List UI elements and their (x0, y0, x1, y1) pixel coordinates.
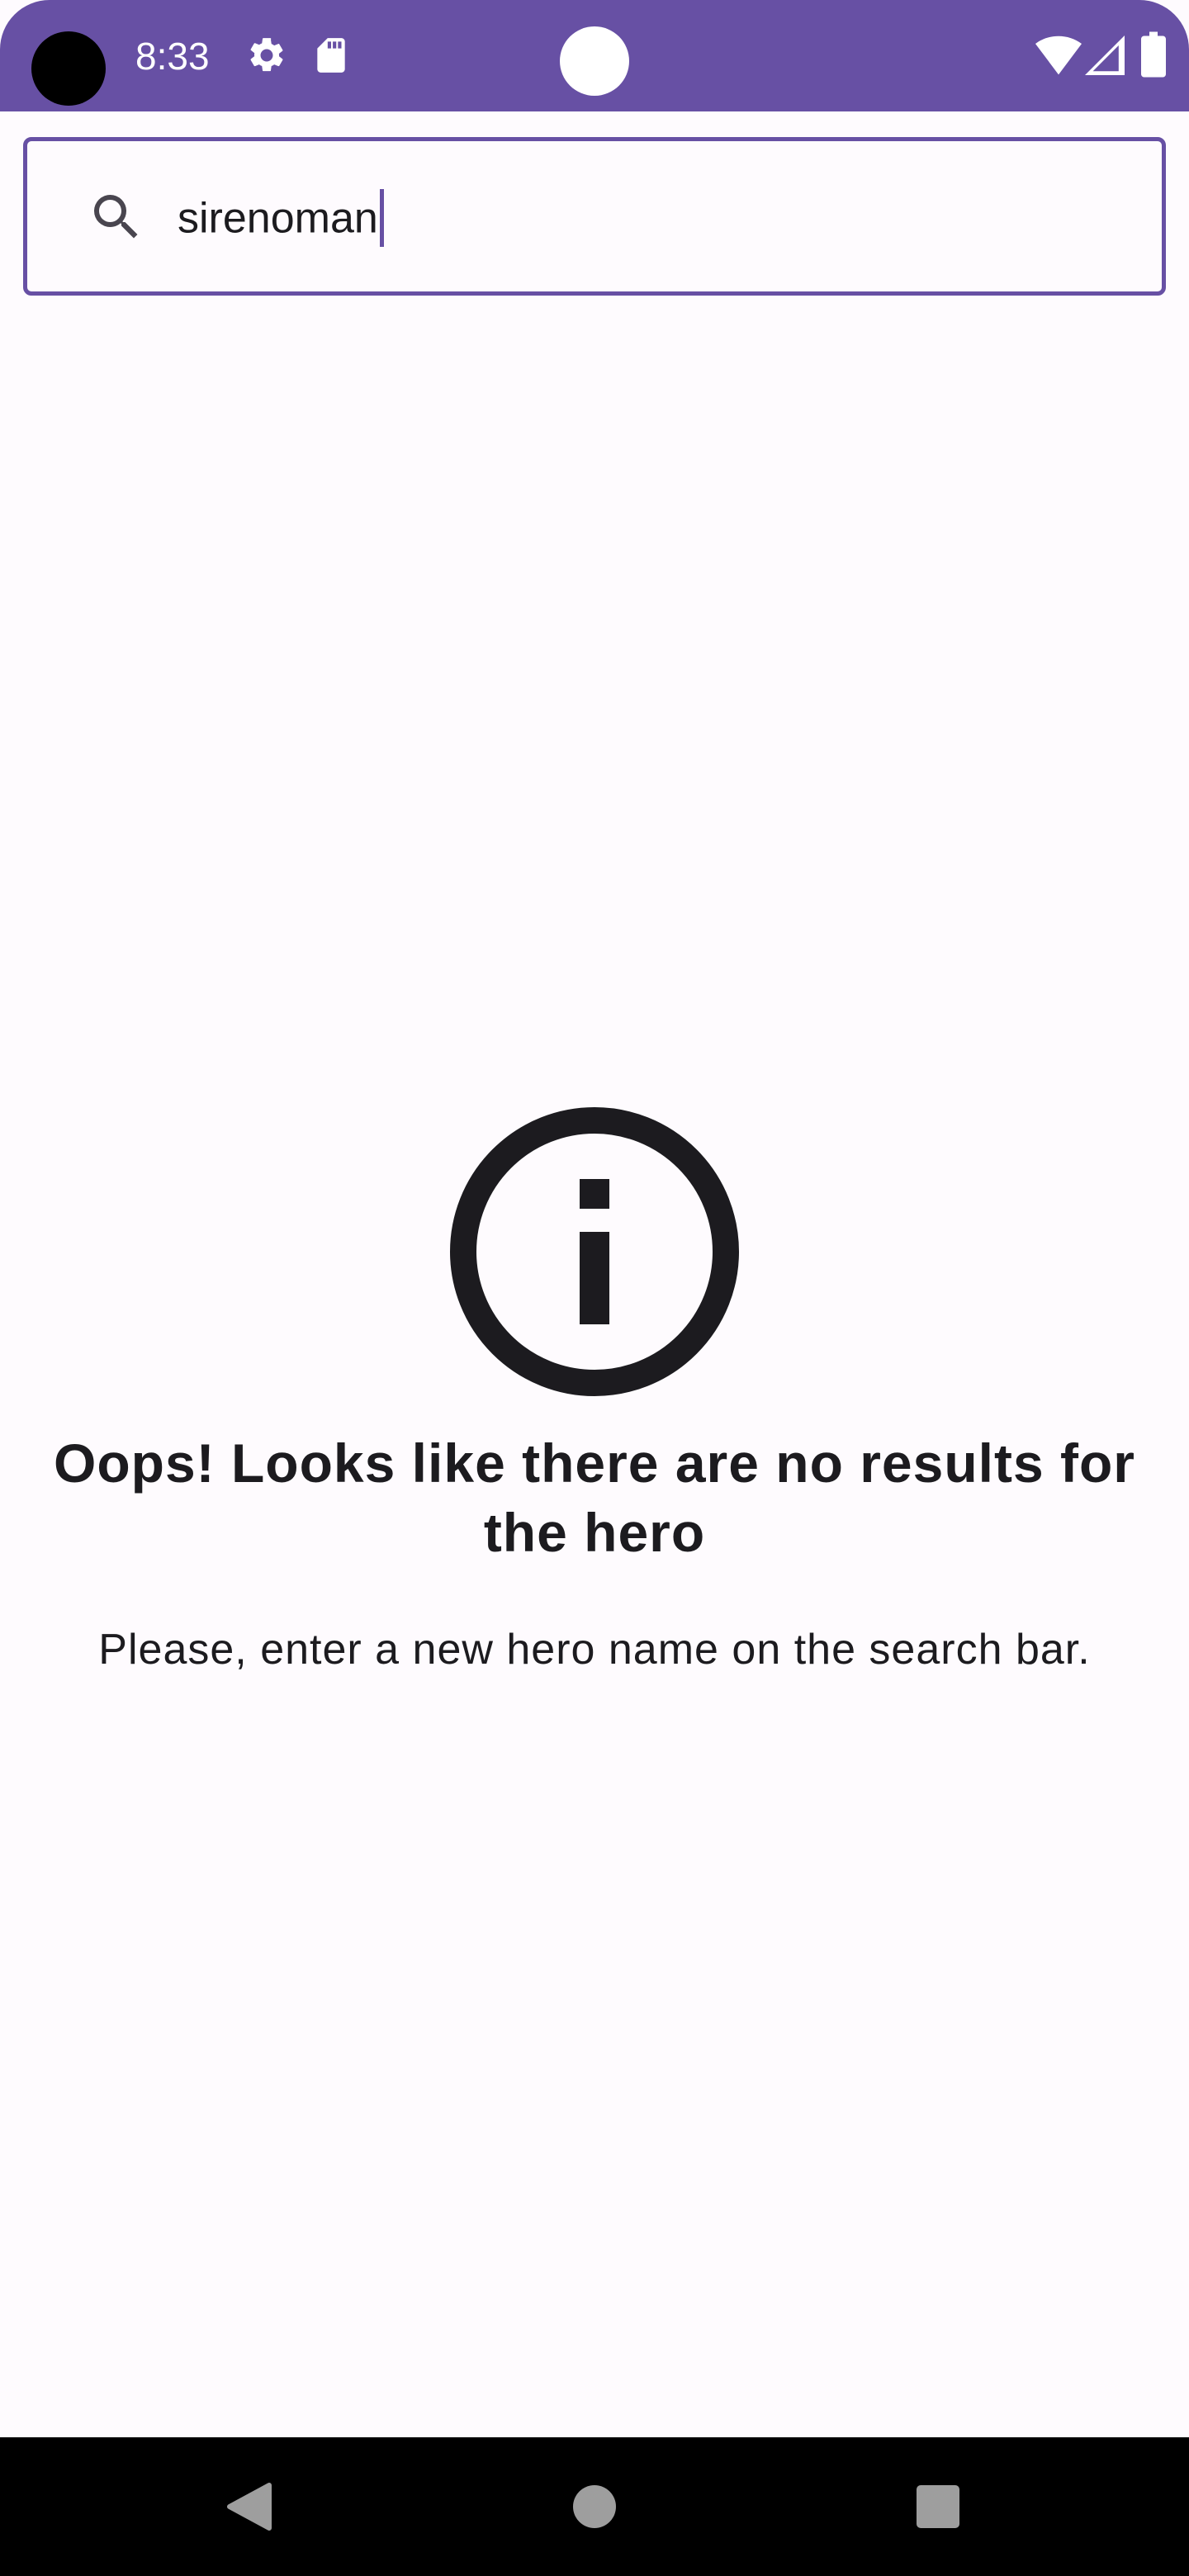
status-time: 8:33 (135, 35, 210, 78)
sd-card-icon (317, 38, 345, 73)
cellular-signal-icon (1085, 36, 1125, 75)
status-bar: 8:33 (0, 0, 1189, 111)
back-triangle-icon (227, 2483, 272, 2531)
search-icon (94, 195, 138, 239)
search-input-value: sirenoman (178, 194, 378, 243)
home-circle-icon (573, 2485, 616, 2528)
notification-dot (560, 26, 629, 96)
settings-icon (250, 38, 283, 72)
battery-icon (1141, 31, 1166, 78)
home-button[interactable] (528, 2437, 661, 2576)
back-button[interactable] (183, 2437, 315, 2576)
text-cursor (379, 189, 384, 247)
wifi-icon (1035, 36, 1082, 75)
empty-state-message: Please, enter a new hero name on the sea… (98, 1626, 1091, 1674)
recents-button[interactable] (872, 2437, 1004, 2576)
info-icon (450, 1107, 739, 1396)
recents-square-icon (917, 2485, 959, 2528)
empty-state-title: Oops! Looks like there are no results fo… (54, 1432, 1135, 1563)
front-camera (31, 31, 106, 106)
search-input[interactable]: sirenoman (178, 189, 384, 250)
navigation-bar (0, 2437, 1189, 2576)
search-field[interactable]: sirenoman (23, 137, 1166, 296)
